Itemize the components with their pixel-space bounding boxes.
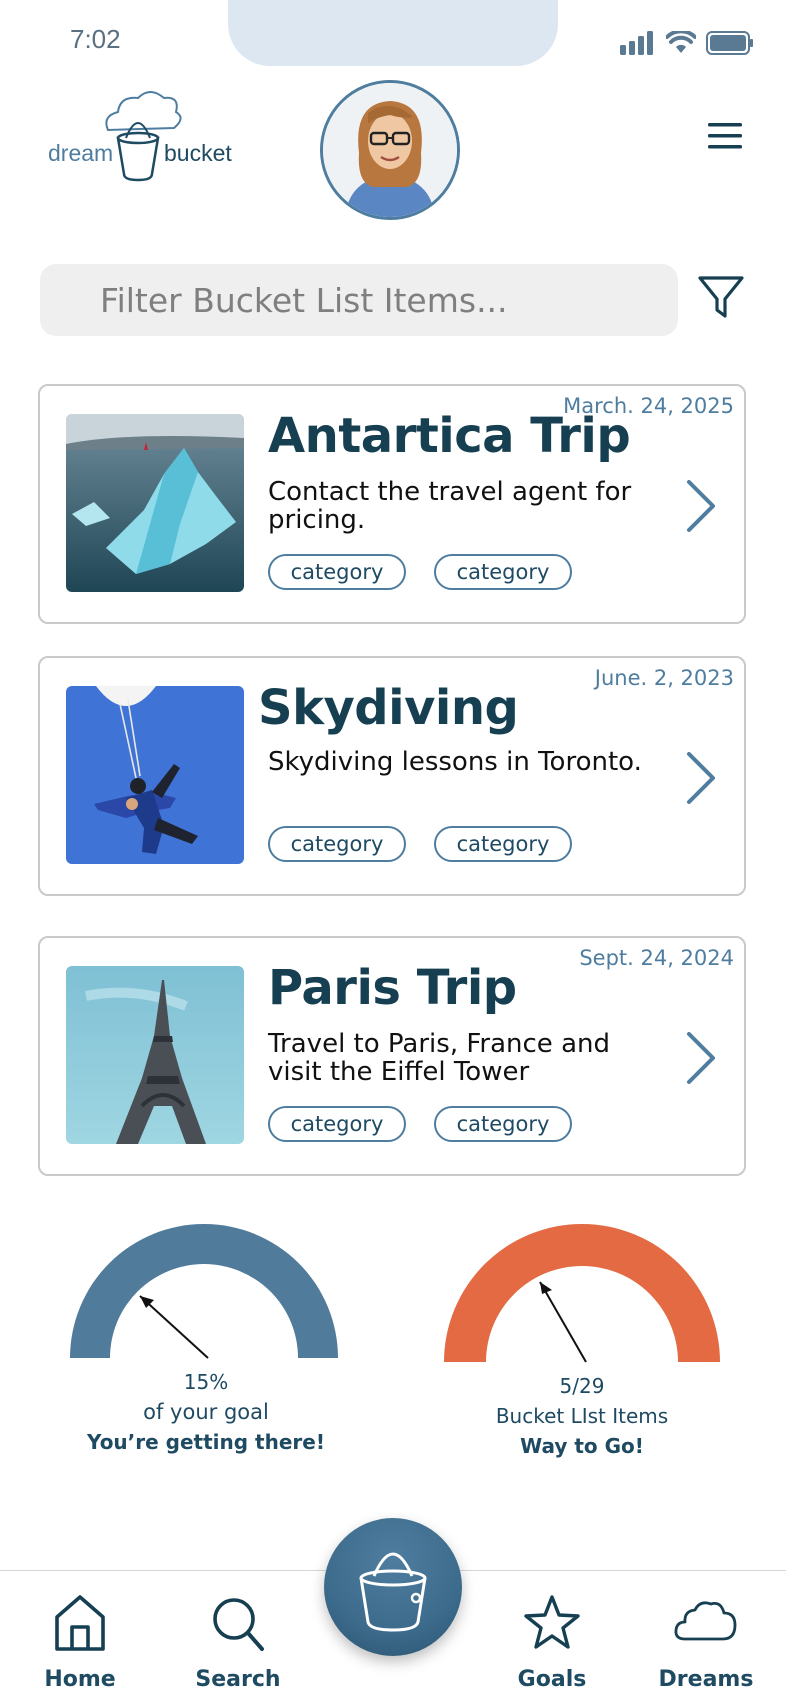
nav-home[interactable]: Home — [10, 1571, 150, 1704]
bucket-item-card[interactable]: Sept. 24, 2024 Paris Trip Travel to Pari… — [38, 936, 746, 1176]
home-icon — [55, 1595, 105, 1651]
device-notch — [228, 0, 558, 66]
category-chip[interactable]: category — [268, 826, 406, 862]
filter-input[interactable] — [40, 264, 678, 336]
iceberg-image-icon — [66, 414, 244, 592]
card-thumbnail — [66, 414, 244, 592]
bucket-icon — [359, 1552, 427, 1632]
card-date: Sept. 24, 2024 — [579, 946, 734, 970]
logo-text-dream: dream — [48, 140, 114, 166]
category-chip[interactable]: category — [434, 1106, 572, 1142]
menu-button[interactable] — [706, 120, 746, 152]
category-chip[interactable]: category — [434, 554, 572, 590]
skydiver-image-icon — [66, 686, 244, 864]
bucket-item-card[interactable]: June. 2, 2023 Skydiving Skydiving lesson… — [38, 656, 746, 896]
nav-goals[interactable]: Goals — [482, 1571, 622, 1704]
card-thumbnail — [66, 966, 244, 1144]
card-thumbnail — [66, 686, 244, 864]
card-title: Paris Trip — [268, 960, 517, 1016]
gauge-caption: Bucket LIst Items — [495, 1404, 669, 1428]
funnel-icon — [698, 276, 744, 318]
nav-search-label: Search — [195, 1667, 281, 1692]
logo-text-bucket: bucket — [164, 140, 232, 166]
nav-dreams-label: Dreams — [658, 1667, 754, 1692]
card-description: Skydiving lessons in Toronto. — [268, 747, 642, 777]
gauge-arc-icon — [70, 1224, 338, 1359]
card-title: Skydiving — [258, 680, 519, 736]
hamburger-menu-icon — [708, 123, 742, 149]
nav-home-label: Home — [44, 1667, 116, 1692]
category-chip[interactable]: category — [268, 1106, 406, 1142]
chevron-right-icon — [687, 752, 715, 804]
gauge-caption: of your goal — [143, 1400, 269, 1424]
wifi-icon — [666, 31, 696, 53]
gauge-message: Way to Go! — [520, 1434, 644, 1458]
category-chip[interactable]: category — [268, 554, 406, 590]
filter-button[interactable] — [696, 272, 746, 322]
card-open-button[interactable] — [684, 750, 718, 806]
battery-icon — [706, 31, 753, 55]
profile-photo-icon — [323, 83, 457, 217]
card-description: Travel to Paris, France and visit the Ei… — [268, 1029, 610, 1087]
gauge-arc-icon — [444, 1224, 720, 1363]
star-icon — [524, 1595, 580, 1649]
gauge-message: You’re getting there! — [87, 1430, 325, 1454]
status-icons — [620, 30, 754, 56]
card-title: Antartica Trip — [268, 408, 631, 464]
status-time: 7:02 — [70, 24, 121, 54]
nav-search[interactable]: Search — [168, 1571, 308, 1704]
card-description: Contact the travel agent for pricing. — [268, 477, 632, 535]
card-open-button[interactable] — [684, 478, 718, 534]
app-logo[interactable]: dream bucket — [46, 88, 246, 188]
bucket-item-card[interactable]: March. 24, 2025 Antartica Trip Contact t… — [38, 384, 746, 624]
chevron-right-icon — [687, 1032, 715, 1084]
cloud-bucket-logo-icon — [105, 91, 182, 182]
gauge-value: 5/29 — [559, 1374, 605, 1398]
search-icon — [213, 1598, 264, 1651]
nav-goals-label: Goals — [517, 1667, 587, 1692]
goal-gauge: 15% of your goal You’re getting there! — [56, 1220, 356, 1460]
avatar[interactable] — [320, 80, 460, 220]
card-date: June. 2, 2023 — [594, 666, 734, 690]
cloud-icon — [674, 1601, 737, 1641]
card-open-button[interactable] — [684, 1030, 718, 1086]
add-bucket-item-button[interactable] — [324, 1518, 462, 1656]
category-chip[interactable]: category — [434, 826, 572, 862]
chevron-right-icon — [687, 480, 715, 532]
gauge-value: 15% — [183, 1370, 229, 1394]
signal-icon — [620, 31, 653, 55]
eiffel-tower-image-icon — [66, 966, 244, 1144]
nav-dreams[interactable]: Dreams — [636, 1571, 776, 1704]
items-gauge: 5/29 Bucket LIst Items Way to Go! — [432, 1220, 732, 1464]
